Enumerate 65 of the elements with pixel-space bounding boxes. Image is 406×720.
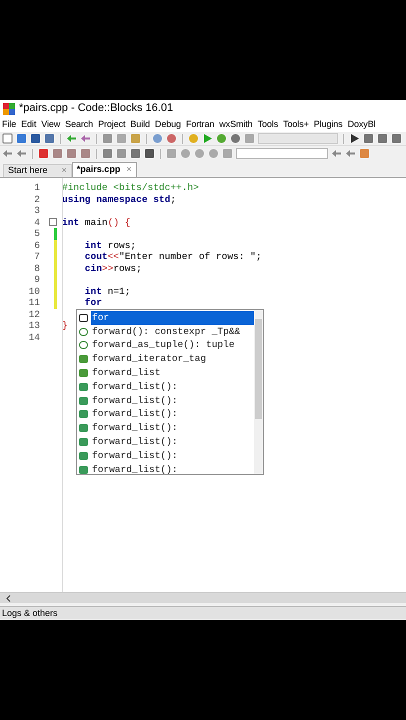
line-number: 7 [33,252,41,262]
completion-item[interactable]: forward_list(): [91,380,254,394]
menu-item[interactable]: wxSmith [219,118,253,132]
prev-icon[interactable] [331,148,342,159]
search-field[interactable] [236,148,328,159]
completion-item[interactable]: forward_list(): [91,448,254,463]
line-number: 11 [28,298,41,308]
menu-item[interactable]: Edit [21,118,36,132]
code-line: cout<<"Enter number of rows: "; [84,252,262,262]
line-number: 6 [33,240,41,250]
editor-tab[interactable]: *pairs.cpp × [72,162,137,177]
menu-item[interactable]: Search [65,118,94,132]
code-line: #include <bits/stdc++.h> [61,183,199,192]
back-icon[interactable] [2,148,13,159]
line-number: 10 [28,286,41,296]
menu-item[interactable]: Tools [258,118,278,132]
code-line: int main() { [61,218,130,227]
code-line: int rows; [84,240,136,250]
completion-item[interactable]: forward_list [91,366,254,380]
completion-item[interactable]: forward(): constexpr _Tp&& [91,324,254,339]
editor-tab[interactable]: Start here × [3,164,72,177]
completion-item[interactable]: forward_list(): [91,462,254,477]
scrollbar-thumb[interactable] [255,319,262,419]
app-icon [3,102,15,114]
keyword-icon [79,314,88,322]
code-line: } [61,321,68,330]
redo-icon[interactable] [80,133,91,144]
menu-item[interactable]: Tools+ [283,118,309,132]
line-number: 12 [28,310,41,319]
close-tab-button[interactable]: × [126,163,132,177]
line-number: 4 [33,218,41,227]
menu-item[interactable]: File [2,118,16,132]
line-number: 13 [28,321,41,330]
completion-item[interactable]: forward_list(): [91,434,254,450]
line-number: 2 [33,194,41,204]
line-number: 1 [33,183,41,192]
next-icon[interactable] [345,148,356,159]
menu-item[interactable]: Project [98,118,126,132]
completion-item[interactable]: forward_list(): [91,407,254,422]
code-line: using namespace std; [61,194,176,204]
code-line: cin>>rows; [84,264,142,273]
menu-item[interactable]: Debug [154,118,181,132]
completion-item[interactable]: for [91,310,254,326]
window-title: *pairs.cpp - Code::Blocks 16.01 [19,101,174,116]
menu-item[interactable]: Build [130,118,150,132]
panel-tab[interactable]: Logs & others [2,606,58,620]
code-line: int n=1; [84,286,130,296]
menu-item[interactable]: DoxyBl [348,118,376,132]
completion-item[interactable]: forward_as_tuple(): tuple [91,338,254,353]
menu-item[interactable]: Fortran [186,118,214,132]
completion-item[interactable]: forward_list(): [91,421,254,436]
line-number: 14 [28,332,41,342]
menu-item[interactable]: Plugins [314,118,343,132]
undo-icon[interactable] [66,133,77,144]
completion-item[interactable]: forward_list(): [91,394,254,408]
line-number: 3 [33,206,41,216]
line-number: 5 [33,229,41,238]
completion-item[interactable]: forward_iterator_tag [91,352,254,366]
forward-icon[interactable] [16,148,27,159]
line-number: 9 [33,275,41,284]
code-line: for [84,298,102,308]
fold-icon[interactable] [49,218,57,226]
menu-item[interactable]: View [41,118,60,132]
scrollbar[interactable] [254,310,263,474]
line-number: 8 [33,264,41,273]
